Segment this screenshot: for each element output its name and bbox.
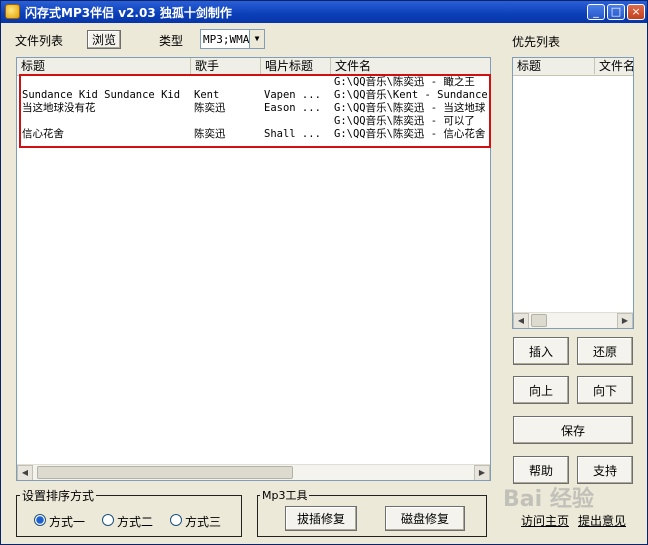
- row-title: 当这地球没有花: [22, 102, 96, 114]
- priority-list[interactable]: 标题 文件名 ◀ ▶: [512, 57, 634, 329]
- column-title[interactable]: 标题: [17, 58, 191, 74]
- row-artist: [194, 76, 260, 89]
- row-album: [264, 115, 330, 128]
- row-title: [22, 76, 190, 89]
- maximize-button[interactable]: □: [607, 4, 625, 20]
- sort-option-1-radio[interactable]: [34, 514, 46, 526]
- scroll-thumb[interactable]: [37, 466, 293, 479]
- scroll-thumb[interactable]: [531, 314, 547, 327]
- row-artist: Kent: [194, 89, 220, 101]
- scroll-right-icon[interactable]: ▶: [617, 313, 633, 328]
- scroll-right-icon[interactable]: ▶: [474, 465, 490, 480]
- row-album: Eason ...: [264, 102, 321, 114]
- scroll-left-icon[interactable]: ◀: [17, 465, 33, 480]
- row-album: [264, 76, 330, 89]
- close-button[interactable]: ×: [627, 4, 645, 20]
- window-title: 闪存式MP3伴侣 v2.03 独孤十剑制作: [25, 6, 232, 20]
- sort-option-3-radio[interactable]: [170, 514, 182, 526]
- row-album: Vapen ...: [264, 89, 321, 101]
- type-label: 类型: [159, 34, 184, 48]
- app-icon: [5, 4, 20, 19]
- mp3-tools-label: Mp3工具: [260, 487, 310, 503]
- move-up-button[interactable]: 向上: [513, 376, 569, 404]
- file-list-hscrollbar[interactable]: ◀ ▶: [17, 464, 490, 480]
- insert-button[interactable]: 插入: [513, 337, 569, 365]
- priority-column-filename[interactable]: 文件名: [595, 58, 633, 74]
- app-window: 闪存式MP3伴侣 v2.03 独孤十剑制作 _ □ × 文件列表 浏览 类型 M…: [0, 0, 648, 545]
- sort-option-1-label[interactable]: 方式一: [49, 513, 85, 530]
- row-artist: 陈奕迅: [194, 102, 226, 114]
- row-filename: G:\QQ音乐\陈奕迅 - 瞰之王: [334, 76, 475, 88]
- sort-option-2-label[interactable]: 方式二: [117, 513, 153, 530]
- disk-repair-button[interactable]: 磁盘修复: [385, 506, 465, 531]
- priority-list-hscrollbar[interactable]: ◀ ▶: [513, 312, 633, 328]
- homepage-link[interactable]: 访问主页: [521, 512, 569, 529]
- sort-option-3-label[interactable]: 方式三: [185, 513, 221, 530]
- minimize-button[interactable]: _: [587, 4, 605, 20]
- watermark: Bai 经验: [503, 487, 594, 512]
- file-list-header: 标题 歌手 唱片标题 文件名: [17, 58, 490, 76]
- browse-button[interactable]: 浏览: [87, 30, 121, 49]
- sort-group-label: 设置排序方式: [20, 487, 97, 504]
- type-select-value: MP3;WMA: [203, 33, 250, 46]
- row-filename: G:\QQ音乐\陈奕迅 - 可以了: [334, 115, 475, 127]
- scroll-left-icon[interactable]: ◀: [513, 313, 529, 328]
- table-row[interactable]: 信心花舍 陈奕迅 Shall ... G:\QQ音乐\陈奕迅 - 信心花舍: [17, 128, 490, 141]
- row-filename: G:\QQ音乐\陈奕迅 - 信心花舍: [334, 128, 486, 140]
- file-list-label: 文件列表: [15, 34, 64, 48]
- title-bar[interactable]: 闪存式MP3伴侣 v2.03 独孤十剑制作 _ □ ×: [1, 1, 647, 23]
- column-filename[interactable]: 文件名: [331, 58, 490, 74]
- row-album: Shall ...: [264, 128, 321, 140]
- table-row[interactable]: 当这地球没有花 陈奕迅 Eason ... G:\QQ音乐\陈奕迅 - 当这地球: [17, 102, 490, 115]
- type-select[interactable]: MP3;WMA ▼: [200, 29, 265, 49]
- row-title: [22, 115, 190, 128]
- help-button[interactable]: 帮助: [513, 456, 569, 484]
- table-row[interactable]: G:\QQ音乐\陈奕迅 - 瞰之王: [17, 76, 490, 89]
- row-artist: [194, 115, 260, 128]
- table-row[interactable]: G:\QQ音乐\陈奕迅 - 可以了: [17, 115, 490, 128]
- restore-button[interactable]: 还原: [577, 337, 633, 365]
- column-artist[interactable]: 歌手: [191, 58, 261, 74]
- row-title: Sundance Kid Sundance Kid: [22, 89, 181, 101]
- sort-option-2-radio[interactable]: [102, 514, 114, 526]
- plug-repair-button[interactable]: 拔插修复: [285, 506, 357, 531]
- feedback-link[interactable]: 提出意见: [578, 512, 626, 529]
- move-down-button[interactable]: 向下: [577, 376, 633, 404]
- row-title: 信心花舍: [22, 128, 64, 140]
- row-artist: 陈奕迅: [194, 128, 226, 140]
- row-filename: G:\QQ音乐\陈奕迅 - 当这地球: [334, 102, 486, 114]
- priority-list-header: 标题 文件名: [513, 58, 633, 76]
- support-button[interactable]: 支持: [577, 456, 633, 484]
- column-album[interactable]: 唱片标题: [261, 58, 331, 74]
- chevron-down-icon[interactable]: ▼: [249, 30, 264, 48]
- priority-column-title[interactable]: 标题: [513, 58, 595, 74]
- table-row[interactable]: Sundance Kid Sundance Kid Kent Vapen ...…: [17, 89, 490, 102]
- priority-list-label: 优先列表: [512, 35, 561, 49]
- save-button[interactable]: 保存: [513, 416, 633, 444]
- row-filename: G:\QQ音乐\Kent - Sundance: [334, 89, 488, 101]
- file-list[interactable]: 标题 歌手 唱片标题 文件名 G:\QQ音乐\陈奕迅 - 瞰之王 Sundanc…: [16, 57, 491, 481]
